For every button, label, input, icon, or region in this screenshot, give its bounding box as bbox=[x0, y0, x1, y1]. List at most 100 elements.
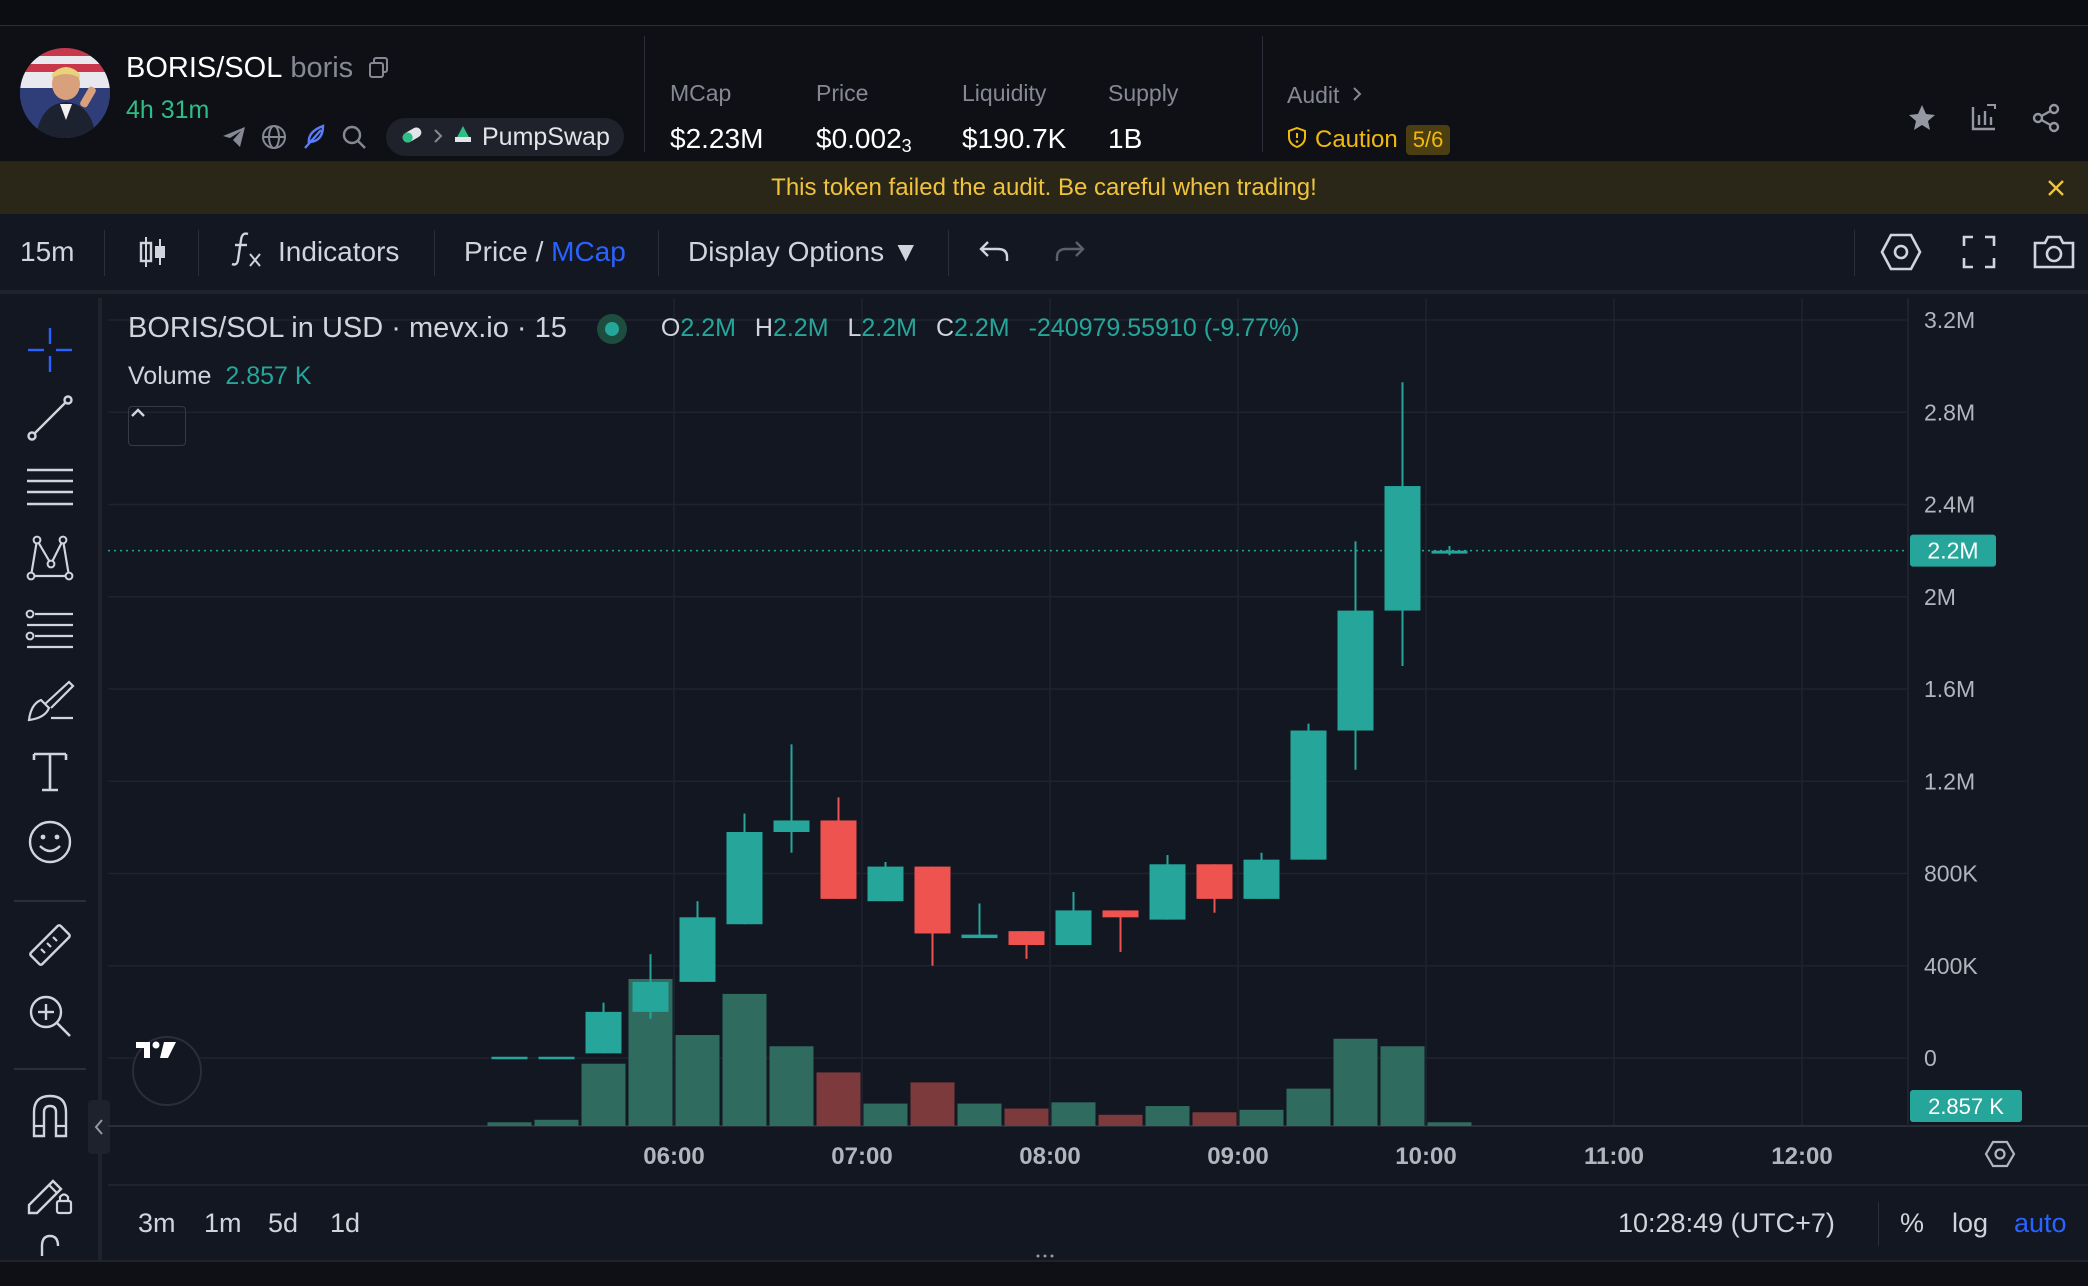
ruler-icon[interactable] bbox=[22, 918, 78, 974]
mcap-toggle-label: MCap bbox=[551, 236, 626, 267]
share-icon[interactable] bbox=[2030, 102, 2062, 134]
collapse-legend-button[interactable] bbox=[128, 406, 186, 446]
camera-icon[interactable] bbox=[2032, 214, 2076, 290]
range-1d-button[interactable]: 1d bbox=[330, 1208, 360, 1239]
candle-body bbox=[961, 934, 998, 939]
undo-icon[interactable] bbox=[978, 214, 1010, 290]
price-value: $0.002 bbox=[816, 123, 902, 154]
last-price-label: 2.2M bbox=[1927, 538, 1978, 564]
toolbar-divider bbox=[658, 230, 659, 276]
fib-retracement-icon[interactable] bbox=[22, 602, 78, 658]
chevron-right-icon bbox=[1351, 82, 1363, 109]
candles-icon[interactable] bbox=[138, 214, 168, 290]
last-price-line: 2.2M 2.857 K bbox=[108, 534, 2022, 1122]
price-toggle-label: Price bbox=[464, 236, 528, 267]
price-chart[interactable]: 2.2M 2.857 K 0 400K 800K 1.2M 1.6M 2M 2.4M 2.8M 3… bbox=[108, 298, 2088, 1184]
fullscreen-icon[interactable] bbox=[1962, 214, 1996, 290]
settings-icon[interactable] bbox=[1880, 214, 1922, 290]
indicators-button[interactable]: Indicators bbox=[230, 214, 399, 290]
gear-center bbox=[1994, 1148, 2006, 1160]
window-bottom-strip bbox=[0, 1260, 2088, 1286]
high-label: H bbox=[754, 314, 773, 342]
stat-liquidity: Liquidity $190.7K bbox=[962, 80, 1066, 155]
close-icon[interactable] bbox=[2042, 174, 2070, 202]
stat-value: $2.23M bbox=[670, 123, 764, 154]
text-icon[interactable] bbox=[22, 744, 78, 800]
candle-body bbox=[632, 981, 669, 1012]
horizontal-lines-icon[interactable] bbox=[22, 460, 78, 516]
audit-status: Caution bbox=[1315, 126, 1398, 153]
volume-bar bbox=[1051, 1102, 1096, 1126]
volume-bar bbox=[487, 1122, 532, 1126]
volume-bar bbox=[769, 1046, 814, 1126]
lock-drawing-icon[interactable] bbox=[22, 1162, 78, 1218]
brush-icon[interactable] bbox=[22, 674, 78, 730]
chart-bottom-bar: 3m 1m 5d 1d 10:28:49 (UTC+7) % log auto bbox=[108, 1184, 2088, 1260]
chart-canvas[interactable]: 2.2M 2.857 K 0 400K 800K 1.2M 1.6M 2M 2.4M 2.8M 3… bbox=[108, 298, 2088, 1184]
website-globe-icon[interactable] bbox=[260, 123, 288, 151]
volume-bar bbox=[910, 1082, 955, 1126]
auto-scale-toggle[interactable]: auto bbox=[2014, 1208, 2067, 1239]
tools-divider bbox=[14, 900, 86, 902]
pill-icon bbox=[400, 123, 424, 152]
toolbar-divider bbox=[434, 230, 435, 276]
feather-icon[interactable] bbox=[300, 123, 328, 151]
volume-bar bbox=[957, 1103, 1002, 1126]
percent-scale-toggle[interactable]: % bbox=[1900, 1208, 1924, 1239]
timezone-clock[interactable]: 10:28:49 (UTC+7) bbox=[1618, 1208, 1835, 1239]
crosshair-icon[interactable] bbox=[22, 322, 78, 378]
volume-legend: Volume 2.857 K bbox=[128, 362, 312, 391]
candle-body bbox=[679, 917, 716, 982]
close-value: 2.2M bbox=[954, 314, 1010, 342]
time-tick-label: 06:00 bbox=[643, 1143, 704, 1170]
display-options-dropdown[interactable]: Display Options ▼ bbox=[688, 214, 920, 290]
range-5d-button[interactable]: 5d bbox=[268, 1208, 298, 1239]
candlesticks bbox=[491, 382, 1468, 1060]
price-tick-label: 400K bbox=[1924, 953, 1978, 979]
log-scale-toggle[interactable]: log bbox=[1952, 1208, 1988, 1239]
volume-bar bbox=[1427, 1122, 1472, 1126]
candle-body bbox=[867, 866, 904, 902]
ohlc-values: O2.2M H2.2M L2.2M C2.2M -240979.55910 (-… bbox=[661, 314, 1312, 343]
price-tick-label: 1.2M bbox=[1924, 768, 1975, 794]
volume-bar bbox=[534, 1119, 579, 1126]
audit-section[interactable]: Audit Caution 5/6 bbox=[1287, 82, 1451, 155]
range-3m-button[interactable]: 3m bbox=[138, 1208, 176, 1239]
stat-value: $190.7K bbox=[962, 123, 1067, 154]
tradingview-logo[interactable] bbox=[132, 1036, 202, 1106]
redo-icon[interactable] bbox=[1054, 214, 1086, 290]
magnet-icon[interactable] bbox=[22, 1088, 78, 1144]
interval-selector[interactable]: 15m bbox=[20, 214, 74, 290]
emoji-icon[interactable] bbox=[22, 814, 78, 870]
copy-icon[interactable] bbox=[369, 54, 389, 78]
dex-route-pill[interactable]: PumpSwap bbox=[386, 118, 624, 156]
open-value: 2.2M bbox=[680, 314, 736, 342]
star-icon[interactable] bbox=[1906, 102, 1938, 134]
time-tick-label: 08:00 bbox=[1019, 1143, 1080, 1170]
pumpswap-icon bbox=[452, 123, 474, 152]
header-divider bbox=[1262, 36, 1263, 152]
price-tick-label: 2.8M bbox=[1924, 399, 1975, 425]
toggle-slash: / bbox=[527, 236, 552, 267]
zoom-in-icon[interactable] bbox=[22, 988, 78, 1044]
token-symbol: boris bbox=[290, 52, 354, 84]
close-label: C bbox=[935, 314, 955, 342]
axis-settings-icon[interactable] bbox=[1984, 1140, 2016, 1168]
collapse-toolbar-tab[interactable] bbox=[88, 1100, 110, 1154]
candle-body bbox=[773, 820, 810, 832]
search-icon[interactable] bbox=[340, 123, 368, 151]
audit-score-badge: 5/6 bbox=[1405, 125, 1451, 155]
social-links: PumpSwap bbox=[220, 118, 624, 156]
unlock-icon[interactable] bbox=[22, 1228, 78, 1258]
price-tick-label: 3.2M bbox=[1924, 307, 1975, 333]
window-top-strip bbox=[0, 0, 2088, 26]
stat-label: Supply bbox=[1108, 80, 1179, 106]
telegram-icon[interactable] bbox=[220, 123, 248, 151]
low-label: L bbox=[847, 314, 862, 342]
compare-chart-icon[interactable] bbox=[1968, 102, 2000, 134]
price-mcap-toggle[interactable]: Price / MCap bbox=[464, 214, 626, 290]
range-1m-button[interactable]: 1m bbox=[204, 1208, 242, 1239]
pattern-icon[interactable] bbox=[22, 530, 78, 586]
time-tick-label: 07:00 bbox=[831, 1143, 892, 1170]
trend-line-icon[interactable] bbox=[22, 390, 78, 446]
